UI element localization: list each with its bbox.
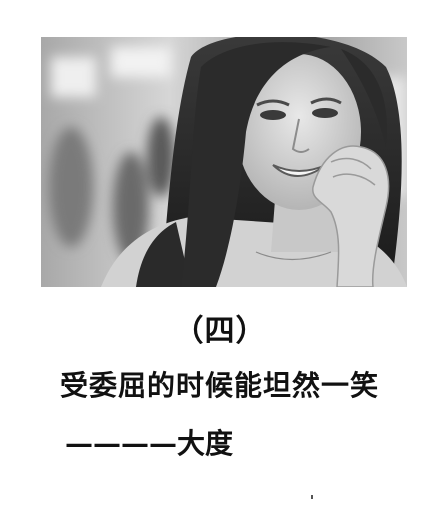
caption-line-2: ————大度 (65, 427, 234, 460)
stray-mark (311, 495, 313, 499)
page: （四） 受委屈的时候能坦然一笑 ————大度 (0, 0, 440, 513)
portrait-photo (41, 37, 407, 287)
portrait-illustration (41, 37, 407, 287)
caption-line-1: 受委屈的时候能坦然一笑 (60, 369, 380, 402)
section-number: （四） (173, 314, 267, 349)
